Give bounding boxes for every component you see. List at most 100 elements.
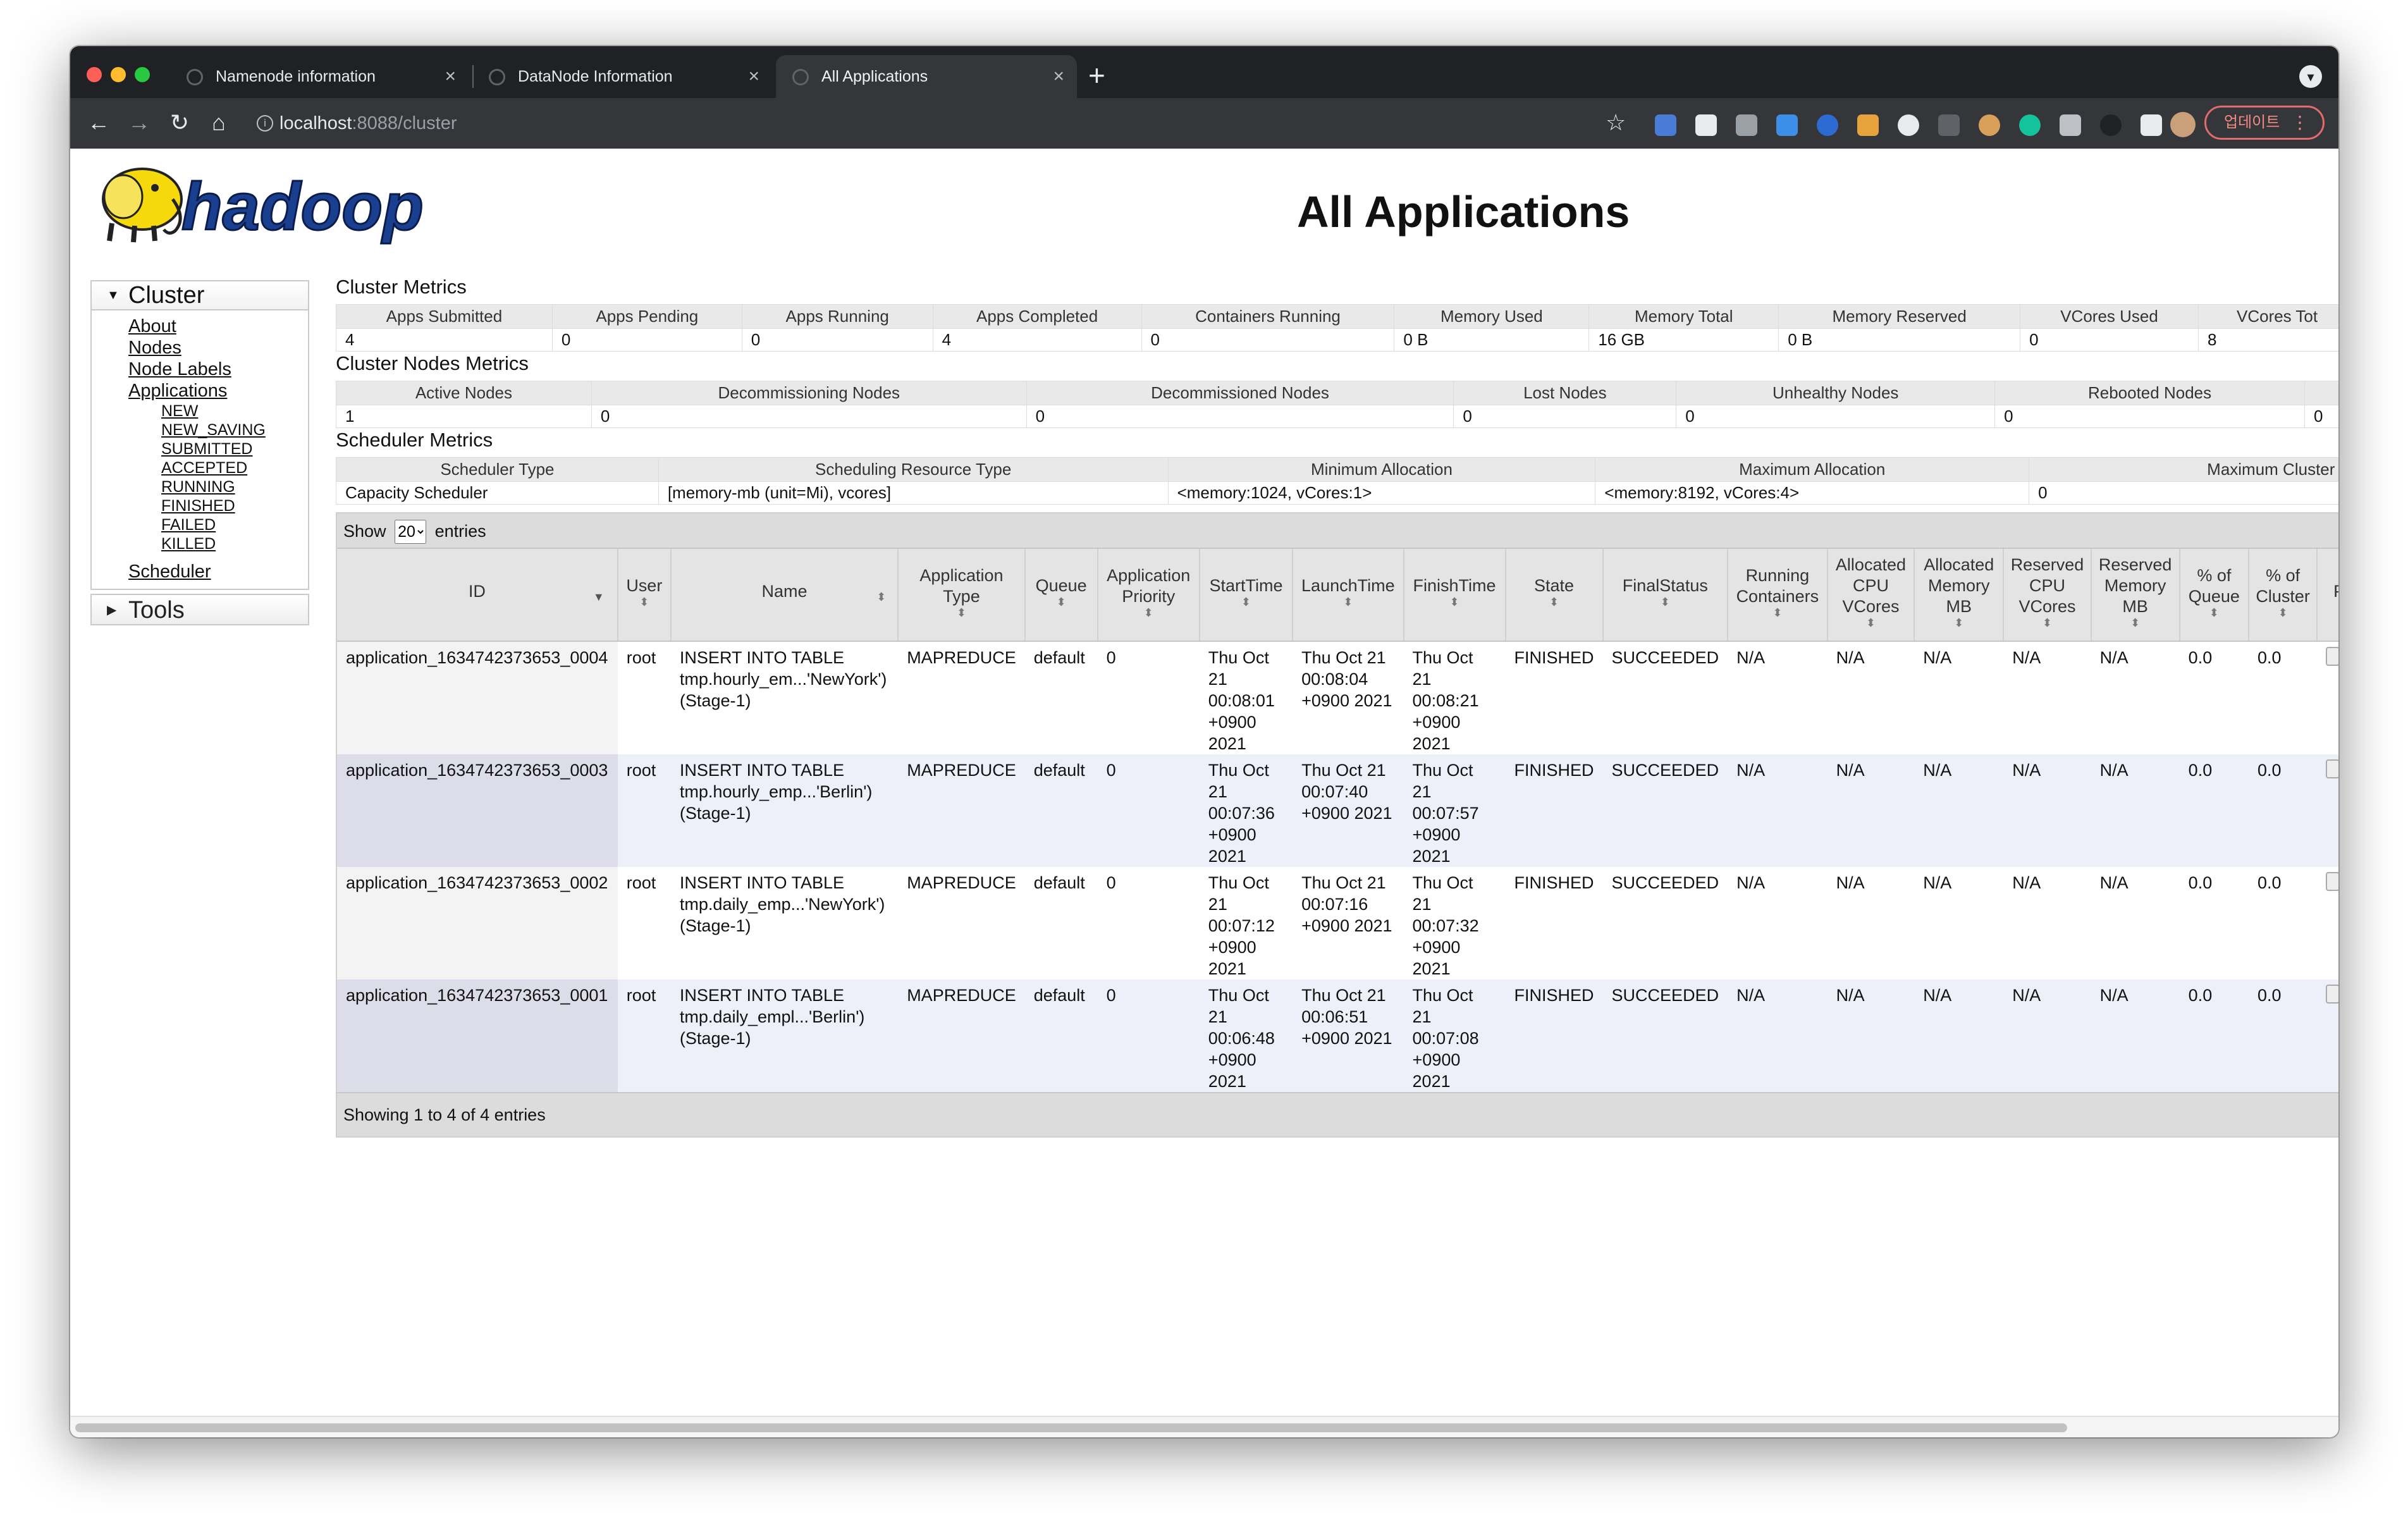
camera-extension-icon[interactable] (1736, 114, 1757, 136)
site-info-icon[interactable]: i (257, 115, 273, 132)
metric-value: [memory-mb (unit=Mi), vcores] (658, 481, 1169, 505)
forward-icon[interactable]: → (123, 107, 155, 138)
nav-state-new-saving[interactable]: NEW_SAVING (161, 421, 308, 439)
tab-label: Namenode information (216, 68, 376, 85)
nav-state-running[interactable]: RUNNING (161, 477, 308, 496)
col-label: User (626, 576, 663, 595)
tab-namenode[interactable]: Namenode information × (170, 55, 469, 98)
unhealthy-nodes-link[interactable]: 0 (1685, 407, 1694, 426)
tab-close-icon[interactable]: × (1053, 55, 1064, 98)
col-pct-queue[interactable]: % of Queue ⬍ (2179, 549, 2250, 642)
app-id-cell: application_1634742373653_0004 (337, 641, 618, 754)
minimize-window-button[interactable] (111, 67, 126, 82)
reload-icon[interactable]: ↻ (164, 107, 195, 138)
col-queue[interactable]: Queue ⬍ (1024, 549, 1098, 642)
gem-extension-icon[interactable] (1817, 114, 1838, 136)
nav-state-killed[interactable]: KILLED (161, 534, 308, 553)
sort-desc-icon: ▼ (593, 591, 605, 603)
type-cell: MAPREDUCE (898, 641, 1025, 754)
metric-header: Apps Completed (932, 304, 1142, 329)
app-id-link[interactable]: application_1634742373653_0003 (346, 761, 608, 780)
cluster-header[interactable]: ▼ Cluster (92, 281, 308, 310)
lost-nodes-link[interactable]: 0 (1463, 407, 1471, 426)
col-allocated-cpu[interactable]: Allocated CPU VCores ⬍ (1827, 549, 1915, 642)
app-id-link[interactable]: application_1634742373653_0001 (346, 986, 608, 1005)
col-progress[interactable]: P (2317, 549, 2338, 642)
back-icon[interactable]: ← (83, 107, 114, 138)
home-icon[interactable]: ⌂ (203, 107, 235, 138)
tab-search-icon[interactable]: ▾ (2299, 65, 2322, 88)
col-user[interactable]: User ⬍ (617, 549, 672, 642)
globe-icon (187, 69, 203, 85)
running-containers-cell: N/A (1728, 867, 1828, 979)
address-bar[interactable]: i localhost:8088/cluster (245, 107, 1640, 140)
shutdown-nodes-link[interactable]: 0 (2314, 407, 2323, 426)
page-size-select[interactable]: 20 (395, 520, 427, 544)
tab-close-icon[interactable]: × (445, 55, 456, 98)
profile-avatar[interactable] (2170, 112, 2196, 137)
nav-node-labels[interactable]: Node Labels (128, 359, 308, 380)
grid-extension-icon[interactable] (1857, 114, 1879, 136)
nav-about[interactable]: About (128, 316, 308, 337)
tab-datanode[interactable]: DataNode Information × (472, 55, 772, 98)
decommissioning-nodes-link[interactable]: 0 (601, 407, 610, 426)
notion-extension-icon[interactable] (1695, 114, 1717, 136)
new-tab-button[interactable]: + (1088, 60, 1105, 90)
col-label: P (2333, 582, 2338, 601)
nav-nodes[interactable]: Nodes (128, 337, 308, 359)
col-name[interactable]: Name ⬍ (670, 549, 899, 642)
col-reserved-memory[interactable]: Reserved Memory MB ⬍ (2091, 549, 2180, 642)
col-launch-time[interactable]: LaunchTime ⬍ (1293, 549, 1404, 642)
col-start-time[interactable]: StartTime ⬍ (1199, 549, 1294, 642)
nav-state-failed[interactable]: FAILED (161, 515, 308, 534)
app-id-cell: application_1634742373653_0002 (337, 867, 618, 979)
type-cell: MAPREDUCE (898, 754, 1025, 867)
metric-value: 0 B (1394, 328, 1590, 352)
tools-header[interactable]: ▶ Tools (90, 594, 309, 625)
nav-state-submitted[interactable]: SUBMITTED (161, 439, 308, 458)
chat-extension-icon[interactable] (2060, 114, 2081, 136)
menu-dots-icon: ⋮ (2291, 113, 2309, 132)
tab-close-icon[interactable]: × (748, 55, 759, 98)
col-application-type[interactable]: Application Type ⬍ (898, 549, 1026, 642)
translate-extension-icon[interactable] (1655, 114, 1676, 136)
url-host: localhost (280, 113, 352, 133)
finish-time-cell: Thu Oct 21 00:07:57 +0900 2021 (1403, 754, 1506, 867)
dashboard-extension-icon[interactable] (1898, 114, 1919, 136)
hadoop-logo[interactable]: hadoop (93, 160, 472, 249)
col-pct-cluster[interactable]: % of Cluster ⬍ (2249, 549, 2318, 642)
active-nodes-link[interactable]: 1 (345, 407, 354, 426)
col-id[interactable]: ID ▼ (337, 549, 618, 642)
decommissioned-nodes-link[interactable]: 0 (1036, 407, 1045, 426)
col-final-status[interactable]: FinalStatus ⬍ (1602, 549, 1729, 642)
pen-extension-icon[interactable] (1938, 114, 1960, 136)
col-reserved-cpu[interactable]: Reserved CPU VCores ⬍ (2003, 549, 2092, 642)
cookie-extension-icon[interactable] (1979, 114, 2000, 136)
zoom-window-button[interactable] (135, 67, 150, 82)
close-window-button[interactable] (87, 67, 102, 82)
nav-state-finished[interactable]: FINISHED (161, 496, 308, 515)
col-state[interactable]: State ⬍ (1505, 549, 1604, 642)
app-id-link[interactable]: application_1634742373653_0002 (346, 873, 608, 892)
allocated-cpu-cell: N/A (1827, 867, 1915, 979)
rebooted-nodes-link[interactable]: 0 (2004, 407, 2013, 426)
nav-state-new[interactable]: NEW (161, 402, 308, 421)
tab-all-applications[interactable]: All Applications × (776, 55, 1077, 98)
nav-state-accepted[interactable]: ACCEPTED (161, 458, 308, 477)
grammarly-extension-icon[interactable] (2019, 114, 2041, 136)
screen-extension-icon[interactable] (1776, 114, 1798, 136)
col-finish-time[interactable]: FinishTime ⬍ (1403, 549, 1506, 642)
nav-scheduler[interactable]: Scheduler (128, 561, 308, 582)
bookmark-star-icon[interactable]: ☆ (1606, 107, 1626, 138)
scrollbar-thumb[interactable] (75, 1423, 2067, 1432)
app-id-link[interactable]: application_1634742373653_0004 (346, 648, 608, 667)
col-application-priority[interactable]: Application Priority ⬍ (1097, 549, 1200, 642)
puzzle-extensions-icon[interactable] (2141, 114, 2162, 136)
nav-applications[interactable]: Applications (128, 380, 308, 402)
horizontal-scrollbar[interactable] (70, 1416, 2338, 1437)
col-running-containers[interactable]: Running Containers ⬍ (1728, 549, 1828, 642)
update-label: 업데이트 (2224, 114, 2280, 131)
update-button[interactable]: 업데이트 ⋮ (2204, 106, 2325, 140)
dark-mode-extension-icon[interactable] (2100, 114, 2122, 136)
col-allocated-memory[interactable]: Allocated Memory MB ⬍ (1914, 549, 2005, 642)
